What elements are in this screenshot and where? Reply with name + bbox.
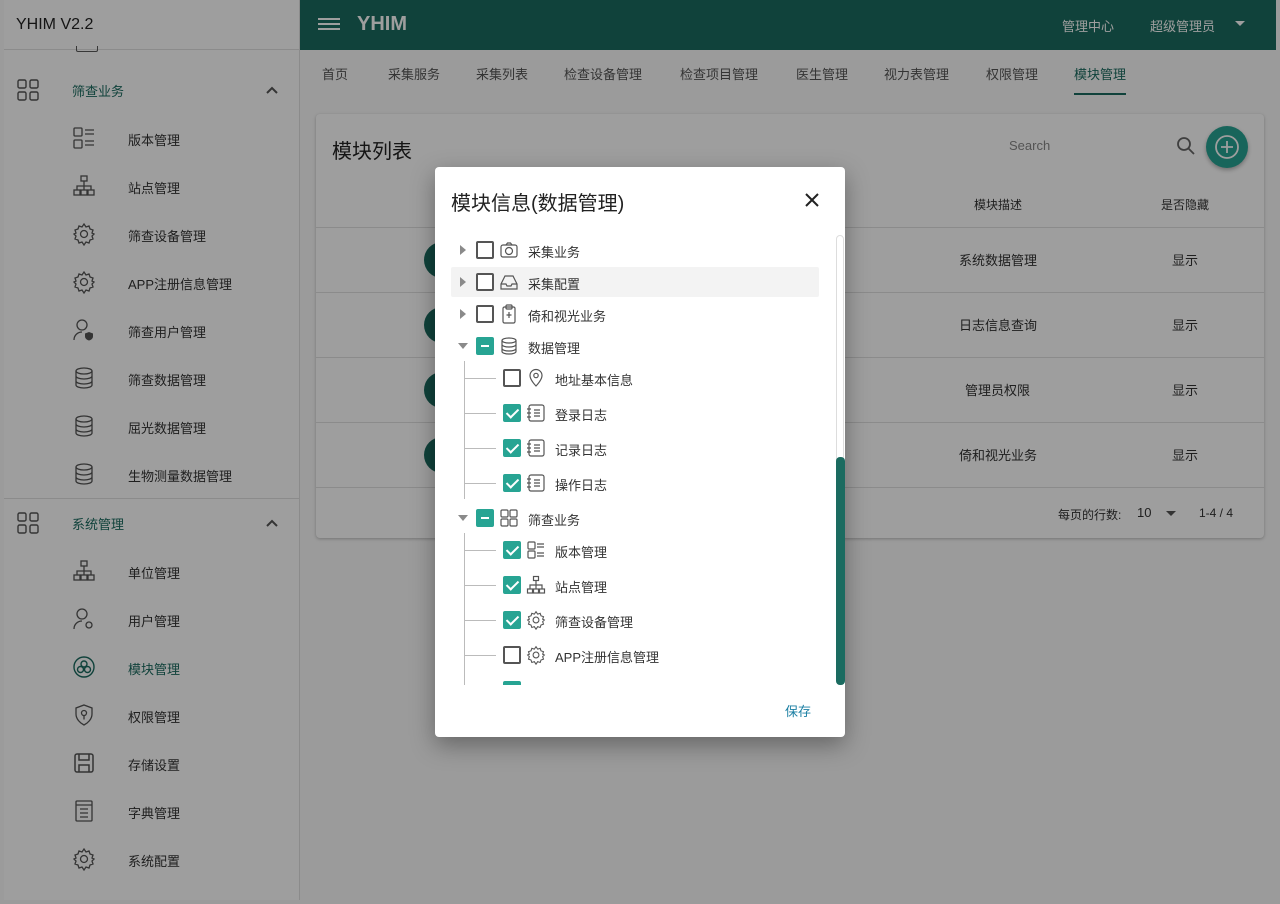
collapse-arrow-icon[interactable] [458,343,468,349]
expand-arrow-icon[interactable] [460,277,466,287]
tree-node-label: 采集业务 [528,245,581,260]
tree-node-screening-business[interactable]: 筛查业务 [451,503,819,533]
tree-node-operation-log[interactable]: 操作日志 [495,468,795,498]
tree-node-collect-config[interactable]: 采集配置 [451,267,819,297]
tree-connector [464,448,496,449]
tree-node-label: 记录日志 [555,443,608,458]
tree-node-collect-business[interactable]: 采集业务 [451,235,819,265]
tree-connector [464,620,496,621]
tree-connector [464,413,496,414]
gear-icon [526,645,546,665]
tree-node-login-log[interactable]: 登录日志 [495,398,795,428]
tree-node-record-log[interactable]: 记录日志 [495,433,795,463]
tree-node-label: 登录日志 [555,408,608,423]
tree-node-app-register-mgmt[interactable]: APP注册信息管理 [495,640,795,670]
tree-node-address-info[interactable]: 地址基本信息 [495,363,795,393]
module-info-dialog: 模块信息(数据管理) 采集业务 采集配置 倚和视光业务 数据管理 地址基本信息 … [435,167,845,737]
tree-node-label: 筛查业务 [528,513,581,528]
tree-connector [464,655,496,656]
tree-node-partial[interactable] [495,675,795,685]
log-icon [527,474,545,492]
tree-connector [464,585,496,586]
dialog-title: 模块信息(数据管理) [451,193,625,215]
checkbox[interactable] [503,474,521,492]
checkbox[interactable] [503,404,521,422]
tree-node-label: 筛查设备管理 [555,615,634,630]
log-icon [527,404,545,422]
expand-arrow-icon[interactable] [460,309,466,319]
tree-connector [464,550,496,551]
tree-connector [464,361,465,499]
tree-node-label: 操作日志 [555,478,608,493]
clipboard-icon [502,304,516,324]
tree-connector [464,378,496,379]
checkbox[interactable] [476,273,494,291]
collapse-arrow-icon[interactable] [458,515,468,521]
tree-node-label: 采集配置 [528,277,581,292]
grid-icon [500,509,518,527]
tree-node-label: 倚和视光业务 [528,309,607,324]
tree-connector [464,483,496,484]
checkbox[interactable] [476,509,494,527]
checkbox[interactable] [503,369,521,387]
sitemap-icon [526,575,546,594]
checkbox[interactable] [476,241,494,259]
tree-node-version-mgmt[interactable]: 版本管理 [495,535,795,565]
checkbox[interactable] [503,439,521,457]
save-button[interactable]: 保存 [785,701,811,720]
tree-node-data-management[interactable]: 数据管理 [451,331,819,361]
tree-node-label: 地址基本信息 [555,373,634,388]
checkbox[interactable] [503,541,521,559]
checkbox[interactable] [503,576,521,594]
tree-connector [464,533,465,685]
checkbox[interactable] [503,646,521,664]
location-icon [529,368,543,387]
inbox-icon [500,275,518,290]
tree-node-yihe-vision[interactable]: 倚和视光业务 [451,299,819,329]
list-grid-icon [527,541,544,559]
camera-icon [500,242,518,258]
checkbox[interactable] [503,681,521,685]
gear-icon [526,610,546,630]
tree-node-label: 站点管理 [555,580,608,595]
close-icon[interactable] [801,189,823,211]
log-icon [527,439,545,457]
app-root: YHIM V2.2 筛查业务 版本管理 站点管理 筛查设备管理 APP注册信息管… [0,0,1280,904]
database-icon [501,337,517,355]
tree-node-label: APP注册信息管理 [555,650,660,665]
tree-node-screen-device-mgmt[interactable]: 筛查设备管理 [495,605,795,635]
module-tree: 采集业务 采集配置 倚和视光业务 数据管理 地址基本信息 登录日志 记录日志 操… [435,233,845,685]
tree-node-label: 版本管理 [555,545,608,560]
checkbox[interactable] [503,611,521,629]
checkbox[interactable] [476,337,494,355]
expand-arrow-icon[interactable] [460,245,466,255]
tree-node-label: 数据管理 [528,341,581,356]
tree-node-site-mgmt[interactable]: 站点管理 [495,570,795,600]
tree-scrollbar-thumb[interactable] [836,457,845,685]
checkbox[interactable] [476,305,494,323]
